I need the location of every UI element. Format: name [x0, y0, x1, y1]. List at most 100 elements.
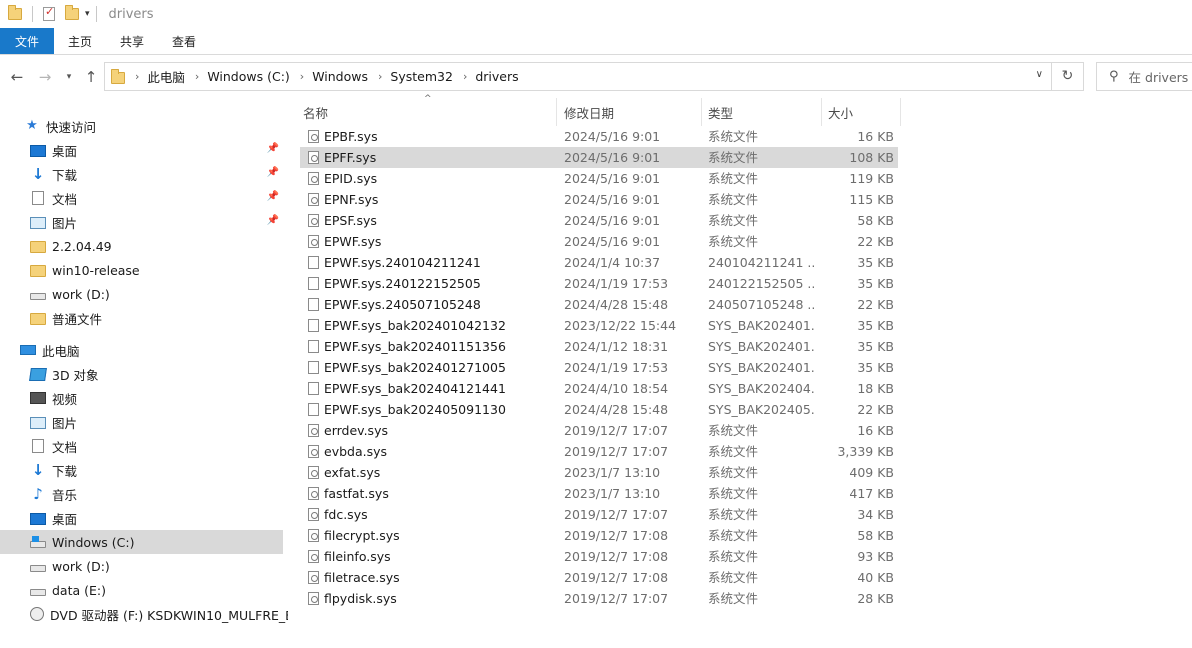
pin-icon[interactable]: 📌 [267, 191, 279, 202]
navigation-pane[interactable]: ★ 快速访问 桌面 📌 ↓ 下载 📌 文档 📌 图片 📌 2.2.04.49 w… [0, 92, 288, 648]
file-row[interactable]: errdev.sys 2019/12/7 17:07 系统文件 16 KB [300, 420, 898, 441]
customize-toolbar-icon[interactable]: ▾ [85, 9, 90, 19]
address-bar[interactable]: › 此电脑 › Windows (C:) › Windows › System3… [104, 62, 1052, 91]
file-row[interactable]: EPWF.sys.240122152505 2024/1/19 17:53 2401… [300, 273, 898, 294]
new-folder-icon[interactable] [65, 5, 79, 20]
pin-icon[interactable]: 📌 [267, 167, 279, 178]
file-date: 2019/12/7 17:07 [564, 423, 669, 438]
nav-item-work-d[interactable]: work (D:) [0, 554, 283, 578]
file-row[interactable]: EPNF.sys 2024/5/16 9:01 系统文件 115 KB [300, 189, 898, 210]
back-arrow-icon[interactable]: ← [8, 68, 26, 86]
file-row[interactable]: fdc.sys 2019/12/7 17:07 系统文件 34 KB [300, 504, 898, 525]
refresh-button[interactable]: ↻ [1052, 62, 1084, 91]
breadcrumb-c-drive[interactable]: Windows (C:) [207, 69, 289, 84]
nav-label: 图片 [52, 215, 78, 231]
address-row: ← → ▾ ↑ › 此电脑 › Windows (C:) › Windows ›… [0, 62, 1192, 92]
file-size: 22 KB [857, 297, 894, 312]
file-row[interactable]: exfat.sys 2023/1/7 13:10 系统文件 409 KB [300, 462, 898, 483]
properties-icon[interactable] [43, 5, 55, 21]
nav-item-work-d[interactable]: work (D:) [0, 282, 283, 306]
file-row[interactable]: EPSF.sys 2024/5/16 9:01 系统文件 58 KB [300, 210, 898, 231]
column-divider[interactable] [556, 98, 557, 126]
tab-home[interactable]: 主页 [54, 28, 106, 54]
file-type: 系统文件 [708, 591, 759, 606]
nav-item-win10-release[interactable]: win10-release [0, 258, 283, 282]
nav-item-folder-2-2-04-49[interactable]: 2.2.04.49 [0, 234, 283, 258]
chevron-right-icon[interactable]: › [378, 70, 382, 83]
nav-item-downloads[interactable]: ↓ 下载 [0, 458, 283, 482]
tab-file[interactable]: 文件 [0, 28, 54, 54]
nav-item-dvd-f[interactable]: DVD 驱动器 (F:) KSDKWIN10_MULFRE_EN [0, 602, 288, 626]
file-size: 93 KB [857, 549, 894, 564]
chevron-down-icon[interactable]: ∨ [1036, 69, 1043, 80]
nav-item-downloads[interactable]: ↓ 下载 📌 [0, 162, 283, 186]
file-row[interactable]: filecrypt.sys 2019/12/7 17:08 系统文件 58 KB [300, 525, 898, 546]
breadcrumb-drivers[interactable]: drivers [475, 69, 518, 84]
file-row[interactable]: fastfat.sys 2023/1/7 13:10 系统文件 417 KB [300, 483, 898, 504]
nav-item-pictures[interactable]: 图片 📌 [0, 210, 283, 234]
pin-icon[interactable]: 📌 [267, 143, 279, 154]
tab-share[interactable]: 共享 [106, 28, 158, 54]
file-row[interactable]: EPWF.sys 2024/5/16 9:01 系统文件 22 KB [300, 231, 898, 252]
file-row[interactable]: fileinfo.sys 2019/12/7 17:08 系统文件 93 KB [300, 546, 898, 567]
file-row[interactable]: EPWF.sys_bak202401151356 2024/1/12 18:31 S… [300, 336, 898, 357]
file-size: 35 KB [857, 255, 894, 270]
column-header-name[interactable]: 名称 [303, 100, 553, 125]
column-header-size[interactable]: 大小 [828, 100, 898, 125]
nav-item-documents[interactable]: 文档 [0, 434, 283, 458]
file-type: 系统文件 [708, 528, 759, 543]
nav-item-desktop[interactable]: 桌面 [0, 506, 283, 530]
file-size: 35 KB [857, 360, 894, 375]
tab-view[interactable]: 查看 [158, 28, 210, 54]
pin-icon[interactable]: 📌 [267, 215, 279, 226]
chevron-right-icon[interactable]: › [463, 70, 467, 83]
file-icon [308, 340, 319, 353]
file-row[interactable]: EPBF.sys 2024/5/16 9:01 系统文件 16 KB [300, 126, 898, 147]
file-name: exfat.sys [324, 465, 381, 480]
breadcrumb-windows[interactable]: Windows [312, 69, 368, 84]
file-row[interactable]: EPWF.sys_bak202404121441 2024/4/10 18:54 S… [300, 378, 898, 399]
column-divider[interactable] [821, 98, 822, 126]
search-input[interactable]: ⚲ 在 drivers [1096, 62, 1192, 91]
column-divider[interactable] [701, 98, 702, 126]
file-row[interactable]: EPWF.sys_bak202405091130 2024/4/28 15:48 S… [300, 399, 898, 420]
file-row[interactable]: evbda.sys 2019/12/7 17:07 系统文件 3,339 KB [300, 441, 898, 462]
file-row[interactable]: EPFF.sys 2024/5/16 9:01 系统文件 108 KB [300, 147, 898, 168]
nav-item-3d-objects[interactable]: 3D 对象 [0, 362, 283, 386]
nav-this-pc[interactable]: 此电脑 [0, 338, 283, 362]
file-row[interactable]: EPID.sys 2024/5/16 9:01 系统文件 119 KB [300, 168, 898, 189]
nav-item-pictures[interactable]: 图片 [0, 410, 283, 434]
up-arrow-icon[interactable]: ↑ [82, 68, 100, 86]
column-header-type[interactable]: 类型 [708, 100, 818, 125]
file-row[interactable]: EPWF.sys.240104211241 2024/1/4 10:37 24010… [300, 252, 898, 273]
nav-item-windows-c[interactable]: Windows (C:) [0, 530, 283, 554]
nav-item-desktop[interactable]: 桌面 📌 [0, 138, 283, 162]
nav-item-normal-files[interactable]: 普通文件 [0, 306, 283, 330]
nav-quick-access[interactable]: ★ 快速访问 [0, 114, 283, 138]
breadcrumb-system32[interactable]: System32 [390, 69, 453, 84]
file-row[interactable]: flpydisk.sys 2019/12/7 17:07 系统文件 28 KB [300, 588, 898, 609]
chevron-right-icon[interactable]: › [195, 70, 199, 83]
nav-item-music[interactable]: ♪ 音乐 [0, 482, 283, 506]
file-row[interactable]: EPWF.sys_bak202401271005 2024/1/19 17:53 S… [300, 357, 898, 378]
file-icon [308, 361, 319, 374]
nav-item-videos[interactable]: 视频 [0, 386, 283, 410]
file-row[interactable]: EPWF.sys.240507105248 2024/4/28 15:48 2405… [300, 294, 898, 315]
chevron-right-icon[interactable]: › [135, 70, 139, 83]
column-divider[interactable] [900, 98, 901, 126]
nav-item-data-e[interactable]: data (E:) [0, 578, 283, 602]
file-list[interactable]: ^ 名称 修改日期 类型 大小 EPBF.sys 2024/5/16 9:01 系统… [288, 92, 1192, 648]
video-icon [30, 392, 46, 404]
recent-locations-icon[interactable]: ▾ [60, 68, 78, 86]
file-date: 2019/12/7 17:08 [564, 528, 669, 543]
chevron-right-icon[interactable]: › [300, 70, 304, 83]
nav-item-documents[interactable]: 文档 📌 [0, 186, 283, 210]
column-header-date[interactable]: 修改日期 [564, 100, 694, 125]
forward-arrow-icon[interactable]: → [36, 68, 54, 86]
nav-label: 此电脑 [42, 343, 80, 359]
windows-drive-icon [30, 535, 46, 548]
breadcrumb-this-pc[interactable]: 此电脑 [147, 67, 185, 86]
file-icon [308, 298, 319, 311]
file-row[interactable]: EPWF.sys_bak202401042132 2023/12/22 15:44… [300, 315, 898, 336]
file-row[interactable]: filetrace.sys 2019/12/7 17:08 系统文件 40 KB [300, 567, 898, 588]
